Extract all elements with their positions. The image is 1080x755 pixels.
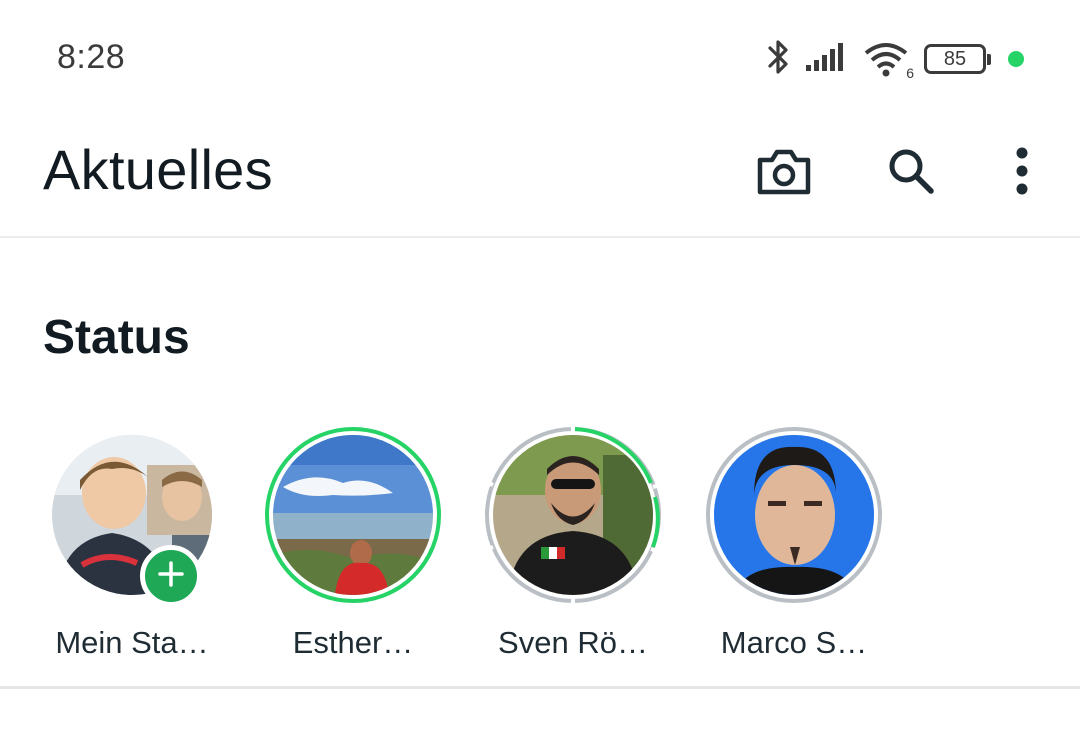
page-title: Aktuelles xyxy=(43,138,273,201)
signal-icon xyxy=(806,41,850,78)
bluetooth-icon xyxy=(766,38,792,81)
wifi-badge: 6 xyxy=(906,65,914,81)
more-options-button[interactable] xyxy=(987,138,1057,208)
status-contact-name: Esther… xyxy=(292,625,414,660)
app-header: Aktuelles xyxy=(0,118,1080,238)
status-item-esther[interactable]: Esther… xyxy=(253,425,453,675)
battery-icon: 85 xyxy=(924,44,991,74)
camera-icon xyxy=(756,146,812,201)
section-title-status: Status xyxy=(43,311,190,364)
add-status-button[interactable] xyxy=(140,545,202,607)
search-icon xyxy=(886,146,936,201)
status-contact-name: Mein Sta… xyxy=(55,625,209,660)
privacy-indicator-dot xyxy=(1008,51,1024,67)
battery-level: 85 xyxy=(943,47,967,70)
search-button[interactable] xyxy=(876,138,946,208)
clock: 8:28 xyxy=(57,38,126,76)
status-item-sven[interactable]: Sven Rö… xyxy=(473,425,673,675)
more-vert-icon xyxy=(1015,147,1029,200)
status-contact-name: Sven Rö… xyxy=(498,625,648,660)
avatar xyxy=(493,435,653,595)
plus-icon xyxy=(157,560,185,593)
status-item-my-status[interactable]: Mein Sta… xyxy=(32,425,232,675)
section-divider xyxy=(0,686,1080,689)
status-list: Mein Sta… Esther… Sven Rö… Marco S… xyxy=(0,425,1080,675)
system-icons: 6 85 xyxy=(766,38,1024,81)
avatar xyxy=(714,435,874,595)
status-contact-name: Marco S… xyxy=(720,625,868,660)
system-status-bar: 8:28 6 85 xyxy=(0,0,1080,118)
camera-button[interactable] xyxy=(749,138,819,208)
avatar xyxy=(273,435,433,595)
status-item-marco[interactable]: Marco S… xyxy=(694,425,894,675)
wifi-icon: 6 xyxy=(864,41,914,81)
